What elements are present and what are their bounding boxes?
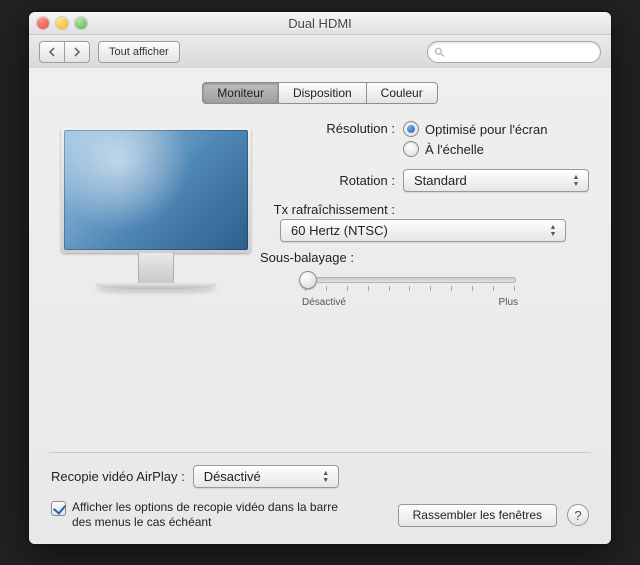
gather-windows-button[interactable]: Rassembler les fenêtres	[398, 504, 557, 527]
tab-bar: Moniteur Disposition Couleur	[29, 82, 611, 104]
help-button[interactable]: ?	[567, 504, 589, 526]
radio-icon	[403, 141, 419, 157]
rotation-value: Standard	[414, 173, 467, 188]
chevron-left-icon	[48, 47, 56, 57]
airplay-label: Recopie vidéo AirPlay :	[51, 469, 185, 484]
content-area: Moniteur Disposition Couleur Résolution …	[29, 68, 611, 544]
search-icon	[434, 46, 445, 58]
updown-icon: ▲▼	[545, 222, 561, 240]
show-all-button[interactable]: Tout afficher	[98, 41, 180, 63]
resolution-best-option[interactable]: Optimisé pour l'écran	[403, 121, 589, 137]
toolbar: Tout afficher	[29, 35, 611, 70]
chevron-right-icon	[73, 47, 81, 57]
resolution-best-label: Optimisé pour l'écran	[425, 122, 547, 137]
rotation-label: Rotation :	[260, 173, 403, 188]
underscan-label: Sous-balayage :	[260, 250, 354, 265]
updown-icon: ▲▼	[568, 172, 584, 190]
tab-layout[interactable]: Disposition	[279, 82, 367, 104]
airplay-popup[interactable]: Désactivé ▲▼	[193, 465, 339, 488]
forward-button[interactable]	[65, 41, 90, 63]
display-illustration	[51, 115, 260, 308]
radio-icon	[403, 121, 419, 137]
checkbox-icon	[51, 501, 66, 516]
updown-icon: ▲▼	[318, 468, 334, 486]
refresh-label: Tx rafraîchissement :	[260, 200, 403, 217]
underscan-slider[interactable]	[304, 277, 516, 283]
minimize-icon[interactable]	[56, 17, 68, 29]
airplay-value: Désactivé	[204, 469, 261, 484]
resolution-scaled-option[interactable]: À l'échelle	[403, 141, 589, 157]
preferences-window: Dual HDMI Tout afficher Monit	[29, 12, 611, 544]
window-title: Dual HDMI	[29, 16, 611, 31]
refresh-popup[interactable]: 60 Hertz (NTSC) ▲▼	[280, 219, 566, 242]
resolution-label: Résolution :	[260, 121, 403, 136]
show-mirroring-label: Afficher les options de recopie vidéo da…	[72, 500, 351, 530]
show-mirroring-checkbox[interactable]: Afficher les options de recopie vidéo da…	[51, 500, 351, 530]
refresh-value: 60 Hertz (NTSC)	[291, 223, 388, 238]
rotation-popup[interactable]: Standard ▲▼	[403, 169, 589, 192]
zoom-icon[interactable]	[75, 17, 87, 29]
resolution-scaled-label: À l'échelle	[425, 142, 484, 157]
show-all-label: Tout afficher	[109, 46, 169, 58]
underscan-max-label: Plus	[499, 297, 518, 308]
tab-color[interactable]: Couleur	[367, 82, 438, 104]
help-icon: ?	[574, 508, 581, 523]
footer: Recopie vidéo AirPlay : Désactivé ▲▼ Aff…	[29, 452, 611, 530]
tab-monitor[interactable]: Moniteur	[202, 82, 279, 104]
search-field[interactable]	[427, 41, 601, 63]
close-icon[interactable]	[37, 17, 49, 29]
underscan-min-label: Désactivé	[302, 297, 346, 308]
titlebar: Dual HDMI	[29, 12, 611, 35]
slider-knob[interactable]	[299, 271, 317, 289]
back-button[interactable]	[39, 41, 65, 63]
search-input[interactable]	[449, 45, 594, 59]
